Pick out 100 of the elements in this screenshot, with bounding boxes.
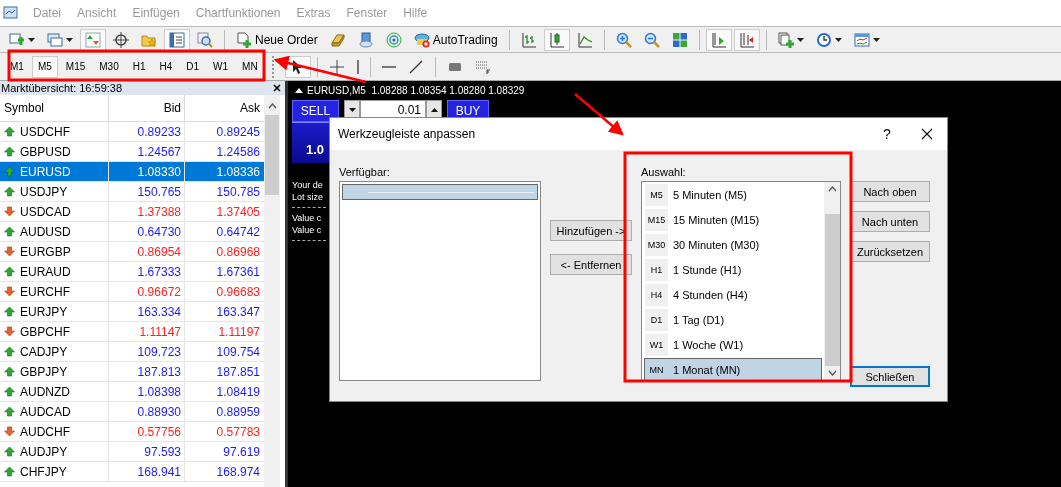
list-icon: [169, 31, 185, 48]
up-down-arrows-icon: [85, 31, 101, 48]
increase-button[interactable]: [426, 100, 442, 120]
list-box[interactable]: M5 5 Minuten (M5) M15 15 Minuten (M15) M30 30 Minuten (M30) H1 1 Stunde (H1) H4 4 Stunden (H4) D1 1 Tag (D1) W1 1 Woche (W1) MN 1 Monat (MN): [641, 181, 841, 381]
toolbar-button[interactable]: Neue Order: [231, 28, 323, 51]
symbol-name: USDJPY: [20, 184, 68, 199]
list-box[interactable]: [339, 181, 541, 381]
sell-button[interactable]: SELL: [292, 100, 339, 122]
decrease-button[interactable]: [344, 100, 360, 120]
close-dialog-button[interactable]: Schließen: [850, 366, 930, 387]
symbol-row[interactable]: AUDCAD 0.88930 0.88959: [0, 402, 264, 422]
item-label: 15 Minuten (M15): [672, 214, 760, 226]
symbol-name: USDCAD: [20, 204, 71, 219]
symbol-row[interactable]: USDCHF 0.89233 0.89245: [0, 122, 264, 142]
caret-icon: [28, 37, 35, 42]
timeframe-code: M15: [645, 209, 668, 231]
toolbar-icon-button[interactable]: [543, 28, 570, 51]
symbol-name: AUDCAD: [20, 404, 71, 419]
item-label: 1 Stunde (H1): [672, 264, 742, 276]
scrollbar-thumb[interactable]: [824, 214, 840, 366]
symbol-name: EURGBP: [20, 244, 71, 259]
scrollbar[interactable]: [264, 95, 280, 487]
crosshair-icon: [113, 31, 129, 48]
timeframe-button[interactable]: H1: [126, 55, 152, 78]
timeframe-button[interactable]: MN: [236, 55, 264, 78]
chart-play-icon: [710, 31, 727, 48]
scroll-down-icon[interactable]: [827, 370, 837, 376]
symbol-row[interactable]: GBPCHF 1.11147 1.11197: [0, 322, 264, 342]
chart-header: EURUSD,M5 1.08288 1.08354 1.08280 1.08329: [307, 85, 525, 96]
zoom-in-icon: [615, 31, 632, 48]
indicator-window-icon: [853, 31, 870, 48]
timeframe-button[interactable]: M30: [93, 55, 125, 78]
symbol-row[interactable]: EURJPY 163.334 163.347: [0, 302, 264, 322]
bar-chart-icon: [520, 31, 537, 48]
list-item[interactable]: M15 15 Minuten (M15): [644, 208, 822, 232]
bid-price: 163.334: [108, 302, 184, 321]
symbol-row[interactable]: USDJPY 150.765 150.785: [0, 182, 264, 202]
separator-item[interactable]: [342, 184, 538, 200]
bid-price: 1.11147: [108, 322, 184, 341]
timeframe-button[interactable]: M5: [31, 55, 58, 78]
symbol-row[interactable]: AUDJPY 97.593 97.619: [0, 442, 264, 462]
list-item[interactable]: MN 1 Monat (MN): [644, 358, 822, 382]
symbol-name: AUDCHF: [20, 424, 70, 439]
item-label: 5 Minuten (M5): [672, 189, 747, 201]
symbol-row[interactable]: AUDCHF 0.57756 0.57783: [0, 422, 264, 442]
symbol-row[interactable]: CHFJPY 168.941 168.974: [0, 462, 264, 482]
dialog-button[interactable]: Zurücksetzen: [850, 241, 930, 262]
timeframe-button[interactable]: D1: [180, 55, 206, 78]
scrollbar[interactable]: [824, 182, 840, 380]
list-item[interactable]: D1 1 Tag (D1): [644, 308, 822, 332]
symbol-row[interactable]: EURUSD 1.08330 1.08336: [0, 162, 264, 182]
symbol-row[interactable]: AUDUSD 0.64730 0.64742: [0, 222, 264, 242]
symbol-row[interactable]: USDCAD 1.37388 1.37405: [0, 202, 264, 222]
item-label: 4 Stunden (H4): [672, 289, 748, 301]
help-button[interactable]: ?: [867, 119, 907, 149]
bid-price: 0.86954: [108, 242, 184, 261]
toolbar-button[interactable]: AutoTrading: [408, 28, 503, 51]
close-icon[interactable]: [273, 84, 281, 92]
timeframe-code: H4: [645, 284, 668, 306]
symbol-row[interactable]: EURCHF 0.96672 0.96683: [0, 282, 264, 302]
column-header[interactable]: Bid: [108, 95, 184, 121]
symbol-row[interactable]: GBPJPY 187.813 187.851: [0, 362, 264, 382]
timeframe-button[interactable]: H4: [153, 55, 179, 78]
list-item[interactable]: H4 4 Stunden (H4): [644, 283, 822, 307]
timeframe-code: W1: [645, 334, 668, 356]
symbol-name: EURAUD: [20, 264, 71, 279]
symbol-row[interactable]: EURGBP 0.86954 0.86968: [0, 242, 264, 262]
bid-price: 0.57756: [108, 422, 184, 441]
timeframe-button[interactable]: M1: [4, 55, 30, 78]
dialog-button[interactable]: Nach unten: [850, 211, 930, 232]
collapse-triangle-icon[interactable]: [295, 88, 303, 93]
scrollbar-thumb[interactable]: [265, 115, 279, 195]
price-text: 1.0: [306, 142, 325, 157]
timeframe-button[interactable]: W1: [207, 55, 235, 78]
list-item[interactable]: M30 30 Minuten (M30): [644, 233, 822, 257]
remove-button[interactable]: <- Entfernen: [550, 254, 632, 275]
column-header[interactable]: Symbol: [0, 101, 108, 115]
bid-price: 109.723: [108, 342, 184, 361]
item-label: 1 Tag (D1): [672, 314, 725, 326]
tile-windows-icon: [671, 31, 688, 48]
annotation-arrow: [574, 93, 624, 136]
symbol-row[interactable]: EURAUD 1.67333 1.67361: [0, 262, 264, 282]
window-stack-icon: [47, 31, 63, 48]
bid-price: 1.08398: [108, 382, 184, 401]
scroll-up-icon[interactable]: [267, 103, 277, 109]
timeframe-button[interactable]: M15: [59, 55, 92, 78]
app-icon: [3, 5, 19, 21]
symbol-name: USDCHF: [20, 124, 70, 139]
symbol-row[interactable]: CADJPY 109.723 109.754: [0, 342, 264, 362]
lot-size-field[interactable]: 0.01: [360, 100, 426, 120]
list-item[interactable]: W1 1 Woche (W1): [644, 333, 822, 357]
list-item[interactable]: H1 1 Stunde (H1): [644, 258, 822, 282]
toolbar-icon-button[interactable]: [164, 28, 190, 51]
bid-price: 168.941: [108, 462, 184, 481]
list-item[interactable]: M5 5 Minuten (M5): [644, 183, 822, 207]
symbol-row[interactable]: AUDNZD 1.08398 1.08419: [0, 382, 264, 402]
dialog-button[interactable]: Nach oben: [850, 181, 930, 202]
timeframe-code: MN: [648, 364, 665, 377]
scroll-up-icon[interactable]: [827, 186, 837, 192]
toolbar-icon-button[interactable]: [80, 28, 106, 51]
